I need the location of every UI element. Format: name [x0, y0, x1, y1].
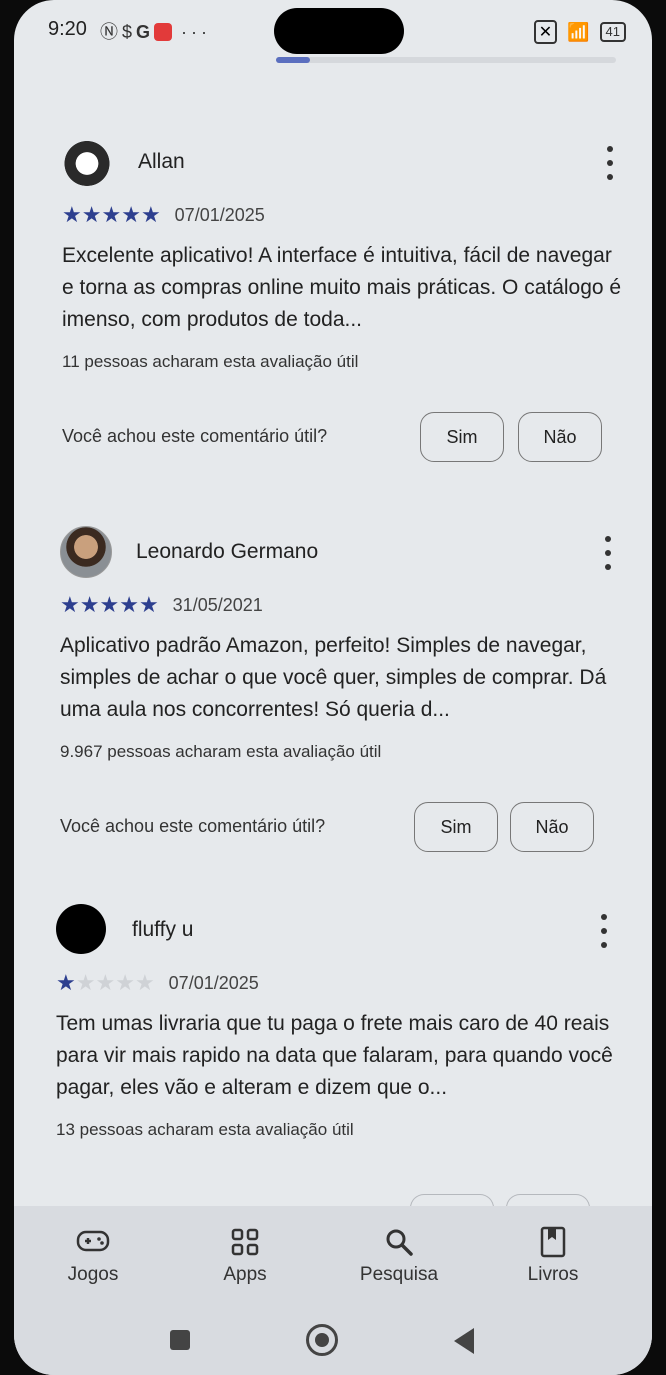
- data-off-icon: ✕: [533, 20, 558, 44]
- status-time: 9:20: [48, 18, 87, 40]
- star-icon: ★: [60, 592, 80, 617]
- reviewer-name: Allan: [138, 150, 185, 173]
- nav-search[interactable]: Pesquisa: [344, 1222, 454, 1286]
- rating-stars: ★ ★ ★ ★ ★ 07/01/2025: [62, 202, 622, 228]
- bottom-navigation: Jogos Apps Pesquisa Livros: [14, 1206, 652, 1306]
- star-empty-icon: ★: [134, 970, 155, 995]
- status-right: ✕ 📶 41: [533, 20, 626, 44]
- helpful-count: 11 pessoas acharam esta avaliação útil: [62, 352, 359, 371]
- review-date: 07/01/2025: [174, 204, 265, 225]
- rating-stars: ★ ★ ★ ★ ★ 31/05/2021: [60, 592, 620, 618]
- yes-button[interactable]: Sim: [420, 412, 504, 462]
- system-nav-bar: [14, 1306, 652, 1375]
- reviewer-name: fluffy u: [132, 918, 194, 941]
- apps-grid-icon: [190, 1222, 300, 1262]
- home-icon[interactable]: [306, 1324, 338, 1356]
- nav-label: Livros: [527, 1264, 579, 1285]
- nav-games[interactable]: Jogos: [38, 1222, 148, 1286]
- no-button[interactable]: Não: [518, 412, 602, 462]
- more-options-icon[interactable]: [598, 146, 622, 180]
- helpful-count: 13 pessoas acharam esta avaliação útil: [56, 1120, 354, 1139]
- reviewer-name: Leonardo Germano: [136, 540, 319, 563]
- no-button[interactable]: Não: [510, 802, 594, 852]
- star-icon: ★: [119, 592, 139, 617]
- review-date: 07/01/2025: [168, 972, 259, 993]
- star-icon: ★: [62, 202, 82, 227]
- more-options-icon[interactable]: [592, 914, 616, 948]
- more-options-icon[interactable]: [596, 536, 620, 570]
- helpful-prompt: Você achou este comentário útil? Sim Não: [62, 412, 622, 464]
- yes-button[interactable]: Sim: [414, 802, 498, 852]
- helpful-count: 9.967 pessoas acharam esta avaliação úti…: [60, 742, 382, 761]
- camera-cutout: [274, 8, 404, 54]
- avatar: [56, 904, 106, 954]
- review-text[interactable]: Excelente aplicativo! A interface é intu…: [62, 240, 622, 336]
- star-icon: ★: [140, 202, 161, 227]
- app-screen: 9:20 Ⓝ$G ··· ✕ 📶 41 Allan ★ ★ ★ ★ ★ 07/01/20…: [14, 0, 652, 1375]
- gamepad-icon: [38, 1222, 148, 1262]
- back-icon[interactable]: [454, 1328, 474, 1354]
- review-card: Leonardo Germano ★ ★ ★ ★ ★ 31/05/2021 Aplica…: [60, 526, 620, 854]
- nav-books[interactable]: Livros: [498, 1222, 608, 1286]
- nav-apps[interactable]: Apps: [190, 1222, 300, 1286]
- avatar: [62, 136, 112, 186]
- star-icon: ★: [99, 592, 120, 617]
- star-empty-icon: ★: [95, 970, 116, 995]
- notification-icons: Ⓝ$G ···: [100, 18, 211, 44]
- search-icon: [344, 1222, 454, 1262]
- more-icon: ···: [181, 22, 212, 42]
- star-icon: ★: [121, 202, 141, 227]
- recents-icon[interactable]: [170, 1330, 190, 1350]
- mail-icon: [154, 23, 173, 41]
- review-card: Allan ★ ★ ★ ★ ★ 07/01/2025 Excelente aplicat…: [62, 136, 622, 464]
- nav-label: Apps: [223, 1264, 267, 1285]
- review-text[interactable]: Aplicativo padrão Amazon, perfeito! Simp…: [60, 630, 620, 726]
- review-date: 31/05/2021: [172, 594, 263, 615]
- star-icon: ★: [79, 592, 100, 617]
- rating-stars: ★ ★ ★ ★ ★ 07/01/2025: [56, 970, 616, 996]
- helpful-question: Você achou este comentário útil?: [60, 816, 326, 836]
- status-bar: 9:20 Ⓝ$G ··· ✕ 📶 41: [14, 0, 652, 63]
- wifi-icon: 📶: [567, 21, 590, 42]
- review-card: fluffy u ★ ★ ★ ★ ★ 07/01/2025 Tem umas livra…: [56, 904, 616, 1140]
- star-empty-icon: ★: [115, 970, 135, 995]
- book-icon: [498, 1222, 608, 1262]
- star-icon: ★: [81, 202, 102, 227]
- star-icon: ★: [56, 970, 76, 995]
- star-icon: ★: [138, 592, 159, 617]
- nav-label: Pesquisa: [359, 1264, 439, 1285]
- battery-icon: 41: [599, 22, 626, 42]
- nav-label: Jogos: [67, 1264, 119, 1285]
- star-icon: ★: [101, 202, 122, 227]
- review-text[interactable]: Tem umas livraria que tu paga o frete ma…: [56, 1008, 616, 1104]
- helpful-prompt: Você achou este comentário útil? Sim Não: [60, 802, 620, 854]
- nfc-icon: Ⓝ: [100, 22, 122, 42]
- scroll-progress: [276, 57, 616, 63]
- avatar: [60, 526, 112, 578]
- helpful-question: Você achou este comentário útil?: [62, 426, 328, 446]
- s-icon: $: [122, 22, 137, 42]
- google-icon: G: [136, 22, 155, 42]
- star-empty-icon: ★: [75, 970, 96, 995]
